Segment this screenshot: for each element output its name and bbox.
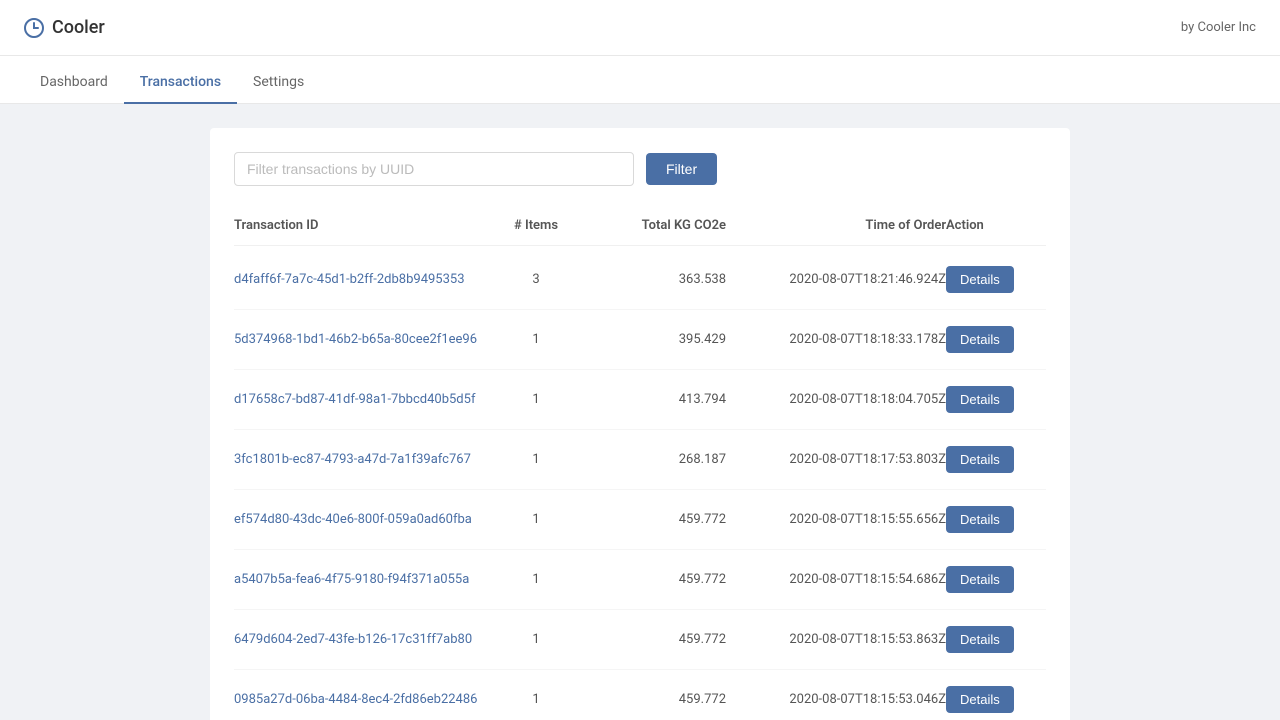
transaction-id: ef574d80-43dc-40e6-800f-059a0ad60fba [234,512,486,527]
col-header-transaction-id: Transaction ID [234,218,486,233]
table-row: a5407b5a-fea6-4f75-9180-f94f371a055a 1 4… [234,550,1046,610]
time-of-order: 2020-08-07T18:15:53.046Z [726,692,946,707]
content-card: Filter Transaction ID # Items Total KG C… [210,128,1070,720]
items-count: 1 [486,692,586,707]
table-row: 6479d604-2ed7-43fe-b126-17c31ff7ab80 1 4… [234,610,1046,670]
details-button[interactable]: Details [946,326,1014,353]
co2e-value: 268.187 [586,452,726,467]
items-count: 3 [486,272,586,287]
nav-item-transactions[interactable]: Transactions [124,62,237,104]
action-cell: Details [946,566,1046,593]
items-count: 1 [486,572,586,587]
filter-button[interactable]: Filter [646,153,717,185]
col-header-co2e: Total KG CO2e [586,218,726,233]
table-header: Transaction ID # Items Total KG CO2e Tim… [234,210,1046,246]
co2e-value: 459.772 [586,632,726,647]
time-of-order: 2020-08-07T18:17:53.803Z [726,452,946,467]
items-count: 1 [486,332,586,347]
time-of-order: 2020-08-07T18:21:46.924Z [726,272,946,287]
table-row: ef574d80-43dc-40e6-800f-059a0ad60fba 1 4… [234,490,1046,550]
time-of-order: 2020-08-07T18:15:55.656Z [726,512,946,527]
time-of-order: 2020-08-07T18:18:04.705Z [726,392,946,407]
details-button[interactable]: Details [946,446,1014,473]
table-row: d17658c7-bd87-41df-98a1-7bbcd40b5d5f 1 4… [234,370,1046,430]
col-header-items: # Items [486,218,586,233]
transaction-id: a5407b5a-fea6-4f75-9180-f94f371a055a [234,572,486,587]
header-left: Cooler [24,17,105,38]
transaction-id: 6479d604-2ed7-43fe-b126-17c31ff7ab80 [234,632,486,647]
items-count: 1 [486,632,586,647]
co2e-value: 459.772 [586,512,726,527]
app-title: Cooler [52,17,105,38]
co2e-value: 459.772 [586,692,726,707]
details-button[interactable]: Details [946,386,1014,413]
table-row: d4faff6f-7a7c-45d1-b2ff-2db8b9495353 3 3… [234,250,1046,310]
transaction-id: d17658c7-bd87-41df-98a1-7bbcd40b5d5f [234,392,486,407]
transaction-id: d4faff6f-7a7c-45d1-b2ff-2db8b9495353 [234,272,486,287]
details-button[interactable]: Details [946,686,1014,713]
time-of-order: 2020-08-07T18:15:53.863Z [726,632,946,647]
items-count: 1 [486,452,586,467]
search-input[interactable] [234,152,634,186]
action-cell: Details [946,386,1046,413]
main-content: Filter Transaction ID # Items Total KG C… [0,104,1280,720]
table-row: 5d374968-1bd1-46b2-b65a-80cee2f1ee96 1 3… [234,310,1046,370]
action-cell: Details [946,686,1046,713]
action-cell: Details [946,326,1046,353]
details-button[interactable]: Details [946,506,1014,533]
filter-row: Filter [234,152,1046,186]
action-cell: Details [946,266,1046,293]
action-cell: Details [946,506,1046,533]
nav-item-dashboard[interactable]: Dashboard [24,62,124,104]
col-header-time: Time of Order [726,218,946,233]
details-button[interactable]: Details [946,566,1014,593]
app-logo [24,18,44,38]
table-body: d4faff6f-7a7c-45d1-b2ff-2db8b9495353 3 3… [234,250,1046,720]
table-row: 0985a27d-06ba-4484-8ec4-2fd86eb22486 1 4… [234,670,1046,720]
col-header-action: Action [946,218,1046,233]
header: Cooler by Cooler Inc [0,0,1280,56]
co2e-value: 363.538 [586,272,726,287]
items-count: 1 [486,512,586,527]
co2e-value: 459.772 [586,572,726,587]
brand-name: by Cooler Inc [1181,20,1256,35]
navigation: Dashboard Transactions Settings [0,56,1280,104]
details-button[interactable]: Details [946,266,1014,293]
co2e-value: 413.794 [586,392,726,407]
action-cell: Details [946,626,1046,653]
transaction-id: 5d374968-1bd1-46b2-b65a-80cee2f1ee96 [234,332,486,347]
co2e-value: 395.429 [586,332,726,347]
items-count: 1 [486,392,586,407]
time-of-order: 2020-08-07T18:18:33.178Z [726,332,946,347]
table-row: 3fc1801b-ec87-4793-a47d-7a1f39afc767 1 2… [234,430,1046,490]
transaction-id: 0985a27d-06ba-4484-8ec4-2fd86eb22486 [234,692,486,707]
details-button[interactable]: Details [946,626,1014,653]
nav-item-settings[interactable]: Settings [237,62,320,104]
transaction-id: 3fc1801b-ec87-4793-a47d-7a1f39afc767 [234,452,486,467]
action-cell: Details [946,446,1046,473]
time-of-order: 2020-08-07T18:15:54.686Z [726,572,946,587]
